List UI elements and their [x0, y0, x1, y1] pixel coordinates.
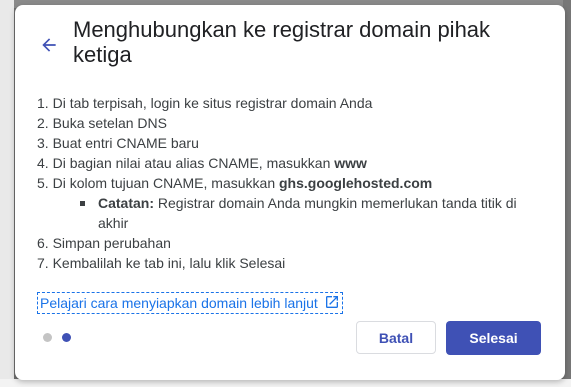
step-item: 5. Di kolom tujuan CNAME, masukkan ghs.g… [37, 175, 433, 191]
step-item: 6. Simpan perubahan [37, 235, 171, 251]
step-item: 4. Di bagian nilai atau alias CNAME, mas… [37, 155, 367, 171]
step-item: 1. Di tab terpisah, login ke situs regis… [37, 95, 373, 111]
background-bottom [0, 379, 571, 387]
cancel-button[interactable]: Batal [356, 321, 436, 354]
page-dot-2-active[interactable] [62, 333, 71, 342]
back-button[interactable] [37, 35, 61, 59]
done-button[interactable]: Selesai [446, 321, 541, 355]
note-list: Catatan: Registrar domain Anda mungkin m… [37, 193, 547, 233]
open-in-new-icon [324, 294, 340, 313]
step-item: 3. Buat entri CNAME baru [37, 135, 199, 151]
steps-list: 1. Di tab terpisah, login ke situs regis… [37, 93, 547, 273]
domain-setup-dialog: Menghubungkan ke registrar domain pihak … [15, 5, 565, 380]
note-text: Catatan: Registrar domain Anda mungkin m… [80, 193, 547, 233]
learn-more-link[interactable]: Pelajari cara menyiapkan domain lebih la… [37, 292, 343, 314]
note-item: Catatan: Registrar domain Anda mungkin m… [37, 193, 547, 233]
step-item: 2. Buka setelan DNS [37, 115, 167, 131]
cname-alias-value: www [334, 155, 367, 171]
pagination-dots [43, 333, 71, 342]
arrow-back-icon [39, 35, 59, 60]
dialog-title: Menghubungkan ke registrar domain pihak … [73, 17, 491, 67]
background-left [0, 0, 14, 387]
page-dot-1[interactable] [43, 333, 52, 342]
step-item: 7. Kembalilah ke tab ini, lalu klik Sele… [37, 255, 286, 271]
cname-target-value: ghs.googlehosted.com [279, 175, 433, 191]
